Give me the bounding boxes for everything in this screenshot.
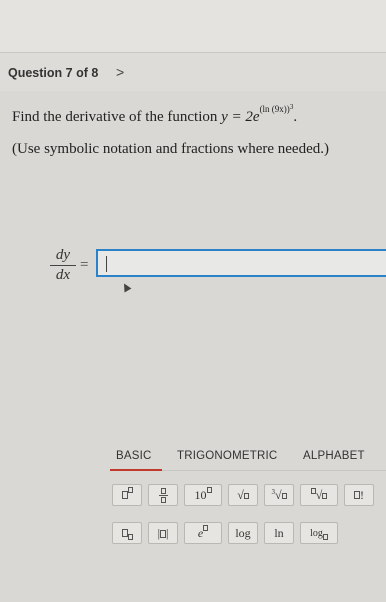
- factorial-key[interactable]: !: [344, 484, 374, 506]
- nth-root-icon: √: [310, 488, 328, 503]
- exponent-placeholder-icon: [206, 487, 212, 493]
- log-label: log: [235, 525, 251, 540]
- tab-basic[interactable]: BASIC: [116, 450, 152, 462]
- ln-label: ln: [274, 525, 284, 540]
- fraction-icon: [158, 487, 168, 503]
- subscript-key[interactable]: [112, 522, 142, 544]
- tab-alphabet[interactable]: ALPHABET: [303, 450, 365, 462]
- exponent-placeholder-icon: [203, 525, 209, 531]
- prompt-end: .: [293, 109, 298, 125]
- derivative-label: dy dx: [50, 247, 76, 284]
- sqrt-icon: √: [237, 488, 249, 503]
- factorial-label: !: [360, 487, 364, 502]
- prompt-exponent: (ln (9x))3: [259, 103, 294, 114]
- nth-root-key[interactable]: √: [300, 484, 338, 506]
- active-tab-indicator: [110, 469, 162, 471]
- derivative-denominator: dx: [55, 267, 71, 283]
- answer-input-box[interactable]: [96, 249, 386, 277]
- prompt-lead: Find the derivative of the function: [12, 109, 218, 125]
- next-question-chevron-icon[interactable]: >: [116, 64, 124, 80]
- subscript-placeholder-icon: [127, 534, 133, 540]
- fraction-key[interactable]: [148, 484, 178, 506]
- log-base-key[interactable]: log: [300, 522, 338, 544]
- mouse-pointer-icon: [120, 281, 132, 293]
- square-root-key[interactable]: √: [228, 484, 258, 506]
- e-power-key[interactable]: e: [184, 522, 222, 544]
- tab-divider: [162, 470, 386, 471]
- ten-power-key[interactable]: 10: [184, 484, 222, 506]
- log-key[interactable]: log: [228, 522, 258, 544]
- derivative-numerator: dy: [50, 247, 76, 266]
- log-base-label: log: [310, 527, 323, 539]
- top-bar: [0, 0, 386, 53]
- cube-root-key[interactable]: 3√: [264, 484, 294, 506]
- exponent-placeholder-icon: [127, 487, 133, 493]
- answer-input[interactable]: [98, 251, 386, 275]
- base-placeholder-icon: [322, 534, 328, 540]
- ten-power-label: 10: [194, 487, 207, 502]
- instruction-note: (Use symbolic notation and fractions whe…: [12, 141, 329, 157]
- absolute-value-icon: | |: [157, 525, 169, 540]
- ln-key[interactable]: ln: [264, 522, 294, 544]
- question-counter: Question 7 of 8: [8, 66, 99, 80]
- equals-sign: =: [80, 257, 89, 273]
- prompt-function: y = 2e: [221, 109, 260, 125]
- text-caret: [106, 256, 107, 272]
- superscript-key[interactable]: [112, 484, 142, 506]
- absolute-value-key[interactable]: | |: [148, 522, 178, 544]
- cube-root-icon: 3√: [271, 488, 287, 503]
- question-prompt: Find the derivative of the function y = …: [12, 103, 298, 126]
- tab-trigonometric[interactable]: TRIGONOMETRIC: [177, 450, 277, 462]
